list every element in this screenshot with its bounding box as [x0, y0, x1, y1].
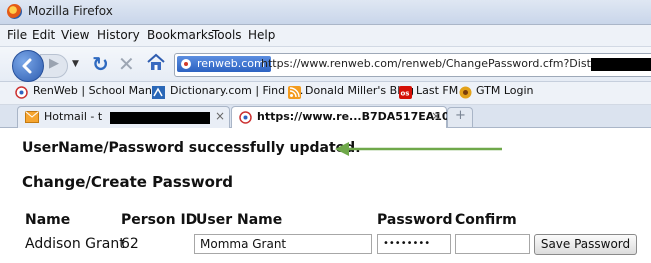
forward-button[interactable]: ▶	[40, 54, 68, 78]
stop-icon[interactable]: ✕	[118, 52, 135, 76]
confirm-password-input[interactable]	[455, 234, 530, 254]
column-header-name: Name	[25, 212, 71, 228]
site-identity-button[interactable]: renweb.com	[177, 56, 271, 72]
menu-bar: File Edit View History Bookmarks Tools H…	[0, 25, 651, 47]
menu-history[interactable]: History	[97, 28, 140, 42]
person-id: 62	[121, 236, 139, 252]
gtm-icon	[459, 86, 472, 99]
menu-bookmarks[interactable]: Bookmarks	[147, 28, 214, 42]
redacted-block	[591, 58, 651, 71]
password-input[interactable]: ••••••••	[377, 234, 451, 254]
new-tab-button[interactable]: +	[447, 107, 473, 127]
renweb-icon	[239, 111, 252, 124]
back-arrow-icon	[22, 58, 32, 74]
window-title: Mozilla Firefox	[28, 4, 113, 18]
close-icon[interactable]: ×	[431, 109, 441, 123]
column-header-user-name: User Name	[196, 212, 283, 228]
dictionary-icon	[152, 86, 165, 99]
bookmark-lastfm[interactable]: Last FM	[416, 84, 458, 97]
tab-renweb[interactable]: https://www.re...B7DA517EA1047 ×	[231, 106, 465, 128]
history-dropdown-icon[interactable]: ▼	[72, 59, 79, 69]
menu-view[interactable]: View	[61, 28, 89, 42]
page-title: Change/Create Password	[22, 173, 234, 191]
hotmail-icon	[25, 111, 39, 123]
bookmark-renweb[interactable]: RenWeb | School Man...	[33, 84, 162, 97]
left-arrow-icon	[335, 142, 502, 156]
home-icon[interactable]	[146, 53, 166, 71]
column-header-password: Password	[377, 212, 453, 228]
url-text: https://www.renweb.com/renweb/ChangePass…	[261, 57, 647, 70]
firefox-icon	[7, 4, 22, 19]
plus-icon: +	[455, 108, 466, 123]
rss-feed-icon	[288, 86, 301, 99]
bookmark-gtm[interactable]: GTM Login	[476, 84, 534, 97]
close-icon[interactable]: ×	[215, 109, 225, 123]
username-input[interactable]: Momma Grant	[194, 234, 372, 254]
reload-icon[interactable]: ↻	[92, 52, 109, 76]
menu-file[interactable]: File	[7, 28, 27, 42]
url-bar[interactable]: renweb.com https://www.renweb.com/renweb…	[174, 53, 651, 77]
renweb-icon	[15, 86, 28, 99]
svg-text:os: os	[401, 90, 410, 98]
forward-arrow-icon: ▶	[49, 56, 59, 71]
menu-tools[interactable]: Tools	[212, 28, 242, 42]
site-identity-label: renweb.com	[197, 57, 265, 70]
save-password-button[interactable]: Save Password	[534, 234, 637, 255]
redacted-block	[110, 112, 210, 124]
back-button[interactable]	[12, 50, 44, 82]
column-header-person-id: Person ID	[121, 212, 198, 228]
bookmark-dictionary[interactable]: Dictionary.com | Find t...	[170, 84, 303, 97]
success-message: UserName/Password successfully updated.	[22, 140, 361, 156]
menu-edit[interactable]: Edit	[32, 28, 55, 42]
site-icon	[181, 59, 191, 69]
lastfm-icon: os	[399, 86, 412, 99]
person-name: Addison Grant	[25, 236, 125, 252]
tab-hotmail[interactable]: Hotmail - t ×	[17, 106, 230, 128]
bookmark-donald-miller[interactable]: Donald Miller's Blog	[305, 84, 414, 97]
title-bar: Mozilla Firefox	[0, 0, 651, 25]
column-header-confirm: Confirm	[455, 212, 517, 228]
tab-hotmail-label: Hotmail - t	[44, 110, 103, 123]
menu-help[interactable]: Help	[248, 28, 275, 42]
